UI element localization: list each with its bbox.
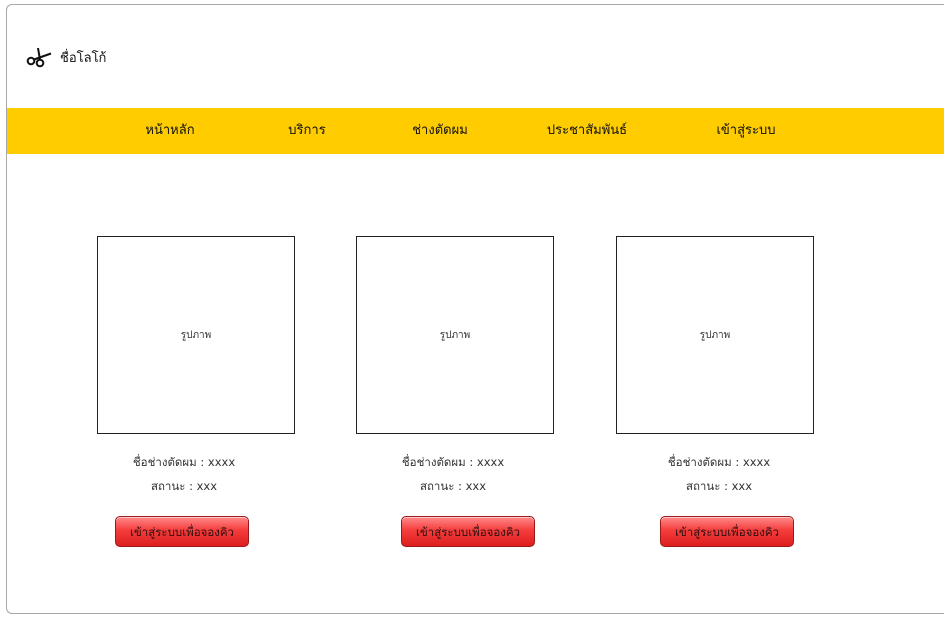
barber-photo-placeholder: รูปภาพ [356,236,554,434]
barber-status: สถานะ : xxx [419,479,487,493]
photo-placeholder-label: รูปภาพ [439,329,471,341]
scissors-icon [26,47,52,68]
barber-photo-placeholder: รูปภาพ [97,236,295,434]
barber-photo-placeholder: รูปภาพ [616,236,814,434]
login-to-book-button[interactable]: เข้าสู่ระบบเพื่อจองคิว [115,516,249,547]
logo[interactable]: ชื่อโลโก้ [26,46,106,68]
login-to-book-button[interactable]: เข้าสู่ระบบเพื่อจองคิว [660,516,794,547]
nav-item-services[interactable]: บริการ [288,108,325,154]
nav-item-login[interactable]: เข้าสู่ระบบ [716,108,775,154]
main-navbar: หน้าหลัก บริการ ช่างตัดผม ประชาสัมพันธ์ … [7,108,944,154]
nav-item-barbers[interactable]: ช่างตัดผม [412,108,468,154]
barber-name: ชื่อช่างตัดผม : xxxx [667,455,771,469]
photo-placeholder-label: รูปภาพ [180,329,212,341]
barber-status: สถานะ : xxx [150,479,218,493]
nav-item-home[interactable]: หน้าหลัก [145,108,194,154]
photo-placeholder-label: รูปภาพ [699,329,731,341]
nav-item-news[interactable]: ประชาสัมพันธ์ [547,108,627,154]
barber-status: สถานะ : xxx [685,479,753,493]
barber-name: ชื่อช่างตัดผม : xxxx [132,455,236,469]
barber-name: ชื่อช่างตัดผม : xxxx [401,455,505,469]
login-to-book-button[interactable]: เข้าสู่ระบบเพื่อจองคิว [401,516,535,547]
logo-text: ชื่อโลโก้ [60,50,107,66]
